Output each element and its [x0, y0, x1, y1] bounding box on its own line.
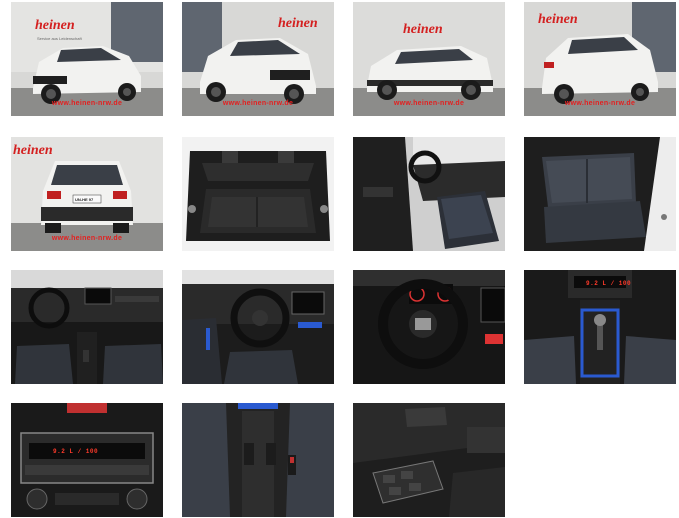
gallery-thumbnail[interactable] [353, 137, 505, 251]
door-panel-photo [353, 403, 505, 517]
steering-wheel-photo [353, 270, 505, 384]
image-gallery: heinen Service aus Leidenschaft www.hein… [0, 0, 679, 518]
gallery-thumbnail[interactable]: heinen Service aus Leidenschaft www.hein… [11, 2, 163, 116]
gallery-thumbnail[interactable]: heinen www.heinen-nrw.de [353, 2, 505, 116]
gallery-thumbnail[interactable] [182, 403, 334, 517]
brand-logo: heinen [538, 12, 578, 27]
watermark: www.heinen-nrw.de [222, 100, 294, 107]
rear-seats-photo [524, 137, 676, 251]
cockpit-photo [182, 270, 334, 384]
climate-display: 9.2 L / 100 [53, 448, 99, 455]
interior-photo [353, 137, 505, 251]
license-plate: UN-HE 97 [75, 197, 94, 202]
brand-logo: heinen [13, 143, 53, 158]
trunk-photo [182, 137, 334, 251]
dashboard-photo [11, 270, 163, 384]
gallery-thumbnail[interactable] [11, 270, 163, 384]
gallery-thumbnail[interactable] [182, 137, 334, 251]
watermark: www.heinen-nrw.de [564, 100, 636, 107]
armrest-photo [182, 403, 334, 517]
watermark: www.heinen-nrw.de [393, 100, 465, 107]
center-console-photo [524, 270, 676, 384]
gallery-thumbnail[interactable]: heinen UN-HE 97 www.heinen-nrw.de [11, 137, 163, 251]
brand-logo: heinen [35, 18, 75, 33]
watermark: www.heinen-nrw.de [51, 100, 123, 107]
gallery-thumbnail[interactable]: heinen www.heinen-nrw.de [524, 2, 676, 116]
gallery-thumbnail[interactable] [524, 137, 676, 251]
watermark: www.heinen-nrw.de [51, 235, 123, 242]
brand-subtitle: Service aus Leidenschaft [37, 36, 82, 41]
brand-logo: heinen [278, 16, 318, 31]
gallery-thumbnail[interactable] [182, 270, 334, 384]
climate-control-photo [11, 403, 163, 517]
gallery-thumbnail[interactable]: heinen www.heinen-nrw.de [182, 2, 334, 116]
gallery-thumbnail[interactable]: 9.2 L / 100 [524, 270, 676, 384]
car-photo [11, 2, 163, 116]
gallery-thumbnail[interactable] [353, 270, 505, 384]
gallery-thumbnail[interactable] [353, 403, 505, 517]
car-photo [353, 2, 505, 116]
display-readout: 9.2 L / 100 [586, 280, 632, 287]
brand-logo: heinen [403, 22, 443, 37]
gallery-thumbnail[interactable]: 9.2 L / 100 [11, 403, 163, 517]
